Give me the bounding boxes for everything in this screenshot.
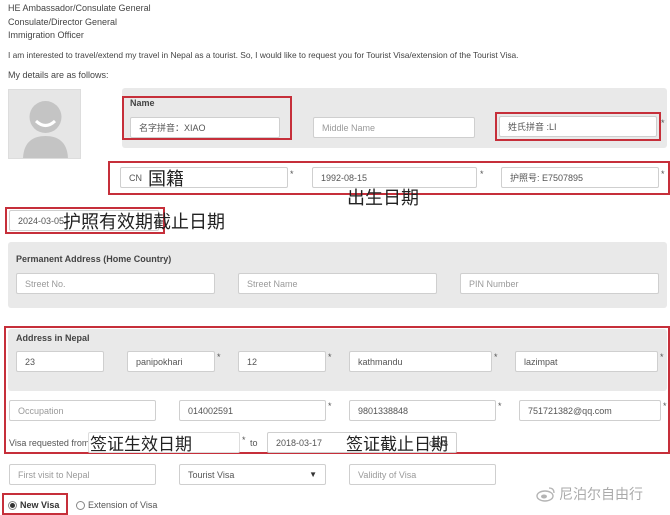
- dob-note: 出生日期: [347, 188, 419, 209]
- extension-visa-label: Extension of Visa: [88, 500, 158, 510]
- phone-input[interactable]: 014002591: [179, 400, 326, 421]
- to-label: to: [250, 438, 258, 448]
- nepal-ward-input[interactable]: 12: [238, 351, 326, 372]
- passport-expiry-note: 护照有效期截止日期: [63, 212, 225, 233]
- occupation-input[interactable]: Occupation: [9, 400, 156, 421]
- permanent-address-title: Permanent Address (Home Country): [16, 254, 172, 264]
- nepal-tole-input[interactable]: panipokhari: [127, 351, 215, 372]
- weibo-logo-icon: [536, 487, 555, 502]
- user-avatar-icon: [9, 90, 80, 158]
- watermark: 尼泊尔自由行: [536, 484, 643, 504]
- required-marker: *: [290, 169, 294, 179]
- extension-visa-radio[interactable]: [76, 501, 85, 510]
- new-visa-radio[interactable]: [8, 501, 17, 510]
- watermark-text: 尼泊尔自由行: [559, 487, 643, 503]
- details-text: My details are as follows:: [8, 70, 109, 80]
- visa-to-note: 签证截止日期: [346, 435, 448, 455]
- first-name-input[interactable]: 名字拼音：XIAO: [130, 117, 280, 138]
- required-marker: *: [480, 169, 484, 179]
- required-marker: *: [242, 435, 246, 445]
- required-marker: *: [498, 401, 502, 411]
- required-marker: *: [661, 169, 665, 179]
- nationality-note: 国籍: [148, 169, 184, 190]
- middle-name-input[interactable]: Middle Name: [313, 117, 475, 138]
- passport-number-input[interactable]: 护照号: E7507895: [501, 167, 659, 188]
- visa-type-value: Tourist Visa: [188, 469, 235, 480]
- recipient-line-2: Consulate/Director General: [8, 17, 118, 27]
- recipient-line-1: HE Ambassador/Consulate General: [8, 3, 151, 13]
- required-marker: *: [328, 401, 332, 411]
- visa-type-select[interactable]: Tourist Visa ▼: [179, 464, 326, 485]
- visa-requested-from-label: Visa requested from: [9, 438, 90, 448]
- new-visa-label: New Visa: [20, 500, 60, 510]
- nepal-house-no-input[interactable]: 23: [16, 351, 104, 372]
- first-visit-input[interactable]: First visit to Nepal: [9, 464, 156, 485]
- recipient-line-3: Immigration Officer: [8, 30, 84, 40]
- dropdown-caret-icon: ▼: [309, 470, 317, 479]
- street-name-input[interactable]: Street Name: [238, 273, 437, 294]
- nepal-city-input[interactable]: kathmandu: [349, 351, 492, 372]
- intro-text: I am interested to travel/extend my trav…: [8, 50, 519, 60]
- name-section-title: Name: [130, 98, 155, 108]
- required-marker: *: [328, 352, 332, 362]
- mobile-input[interactable]: 9801338848: [349, 400, 496, 421]
- required-marker: *: [661, 118, 665, 128]
- nationality-value: CN: [129, 172, 142, 183]
- email-input[interactable]: 751721382@qq.com: [519, 400, 661, 421]
- nationality-input[interactable]: CN: [120, 167, 288, 188]
- required-marker: *: [494, 352, 498, 362]
- nepal-street-input[interactable]: lazimpat: [515, 351, 658, 372]
- avatar[interactable]: [8, 89, 81, 159]
- nepal-address-title: Address in Nepal: [16, 333, 90, 343]
- pin-number-input[interactable]: PIN Number: [460, 273, 659, 294]
- last-name-input[interactable]: 姓氏拼音 :LI: [499, 116, 657, 137]
- visa-validity-input[interactable]: Validity of Visa: [349, 464, 496, 485]
- required-marker: *: [663, 401, 667, 411]
- visa-to-value: 2018-03-17: [276, 437, 323, 448]
- required-marker: *: [660, 352, 664, 362]
- street-no-input[interactable]: Street No.: [16, 273, 215, 294]
- required-marker: *: [217, 352, 221, 362]
- visa-from-note: 签证生效日期: [90, 435, 192, 455]
